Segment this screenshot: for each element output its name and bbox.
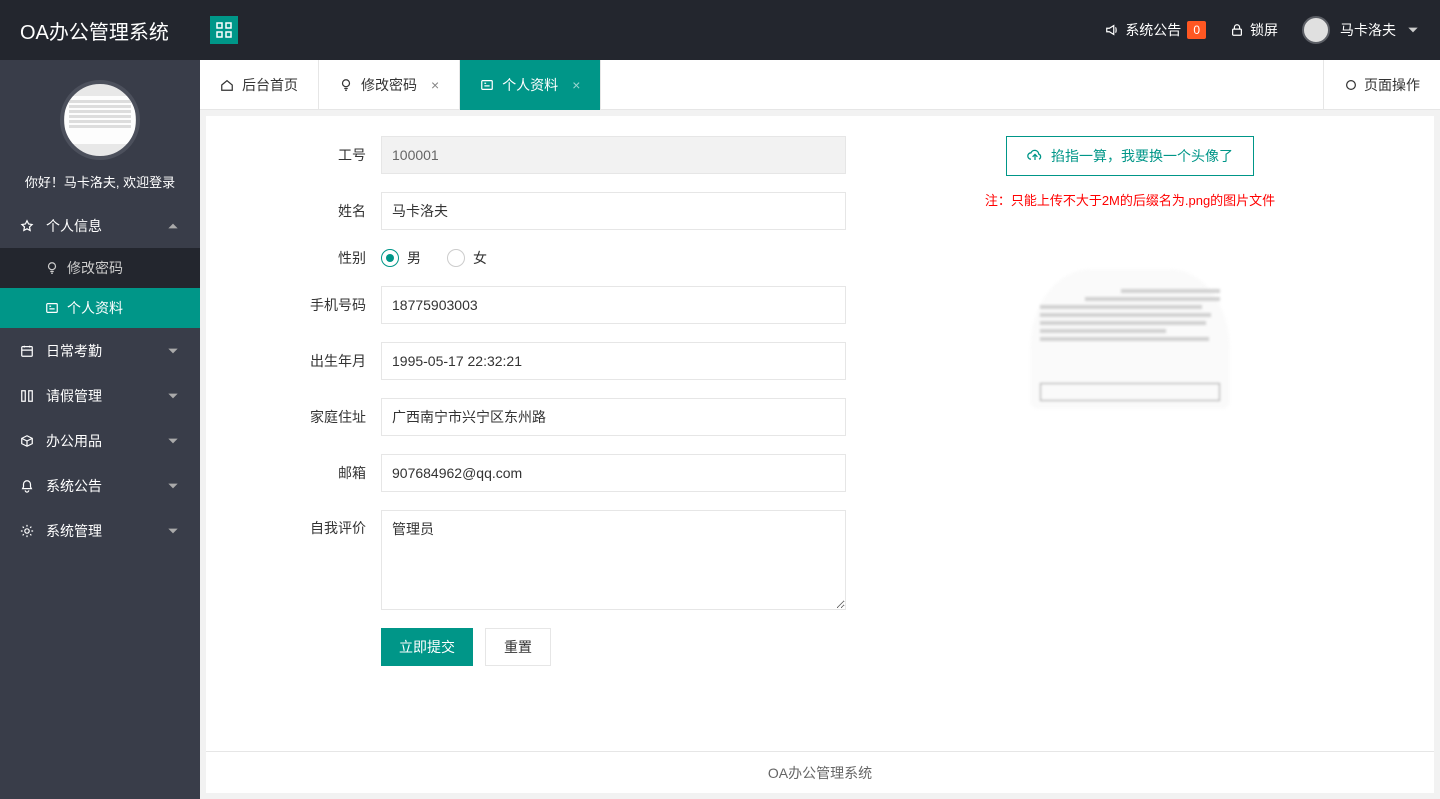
close-icon[interactable]: ×: [566, 77, 580, 93]
birth-field[interactable]: [381, 342, 846, 380]
submit-button[interactable]: 立即提交: [381, 628, 473, 666]
name-field[interactable]: [381, 192, 846, 230]
id-card-icon: [45, 301, 59, 315]
tab-bar: 后台首页 修改密码 × 个人资料 × 页面操作: [200, 60, 1440, 110]
sidebar-item-label: 个人资料: [67, 298, 123, 318]
sidebar-item-label: 办公用品: [46, 431, 102, 451]
label-addr: 家庭住址: [226, 407, 381, 427]
lock-button[interactable]: 锁屏: [1230, 20, 1278, 40]
close-icon[interactable]: ×: [425, 77, 439, 93]
header-bar: OA办公管理系统 系统公告 0 锁屏 马卡洛夫: [0, 0, 1440, 60]
cloud-upload-icon: [1027, 148, 1043, 164]
calendar-icon: [20, 344, 34, 358]
lock-icon: [1230, 23, 1244, 37]
phone-field[interactable]: [381, 286, 846, 324]
star-icon: [20, 219, 34, 233]
caret-down-icon: [1406, 23, 1420, 37]
sidebar: 你好！马卡洛夫, 欢迎登录 个人信息 修改密码 个人资料 日常考勤 请假管理: [0, 60, 200, 799]
label-phone: 手机号码: [226, 295, 381, 315]
radio-female[interactable]: 女: [447, 248, 487, 268]
label-gender: 性别: [226, 248, 381, 268]
avatar-icon: [1302, 16, 1330, 44]
grid-icon: [216, 22, 232, 38]
sidebar-user: 你好！马卡洛夫, 欢迎登录: [0, 60, 200, 203]
radio-dot-off: [447, 249, 465, 267]
label-email: 邮箱: [226, 463, 381, 483]
chevron-down-icon: [166, 344, 180, 358]
chevron-down-icon: [166, 479, 180, 493]
self-eval-field[interactable]: [381, 510, 846, 610]
email-field[interactable]: [381, 454, 846, 492]
label-name: 姓名: [226, 201, 381, 221]
sidebar-item-leave[interactable]: 请假管理: [0, 373, 200, 418]
footer: OA办公管理系统: [206, 751, 1434, 793]
announce-count-badge: 0: [1187, 21, 1206, 39]
lock-label: 锁屏: [1250, 20, 1278, 40]
sidebar-item-label: 修改密码: [67, 258, 123, 278]
tab-home[interactable]: 后台首页: [200, 60, 319, 110]
avatar-preview: [1030, 269, 1230, 429]
sidebar-item-attendance[interactable]: 日常考勤: [0, 328, 200, 373]
bulb-icon: [339, 78, 353, 92]
page-ops-button[interactable]: 页面操作: [1323, 60, 1440, 110]
sidebar-item-change-password[interactable]: 修改密码: [0, 248, 200, 288]
user-menu[interactable]: 马卡洛夫: [1302, 16, 1420, 44]
sidebar-item-supplies[interactable]: 办公用品: [0, 418, 200, 463]
label-emp-no: 工号: [226, 145, 381, 165]
sidebar-item-label: 请假管理: [46, 386, 102, 406]
home-icon: [220, 78, 234, 92]
announce-label: 系统公告: [1125, 20, 1181, 40]
sidebar-item-announce[interactable]: 系统公告: [0, 463, 200, 508]
sidebar-item-personal[interactable]: 个人信息: [0, 203, 200, 248]
sidebar-item-label: 系统管理: [46, 521, 102, 541]
tab-label: 后台首页: [242, 75, 298, 95]
chevron-down-icon: [166, 524, 180, 538]
toggle-sidebar-button[interactable]: [210, 16, 238, 44]
radio-label: 女: [473, 248, 487, 268]
label-self: 自我评价: [226, 510, 381, 538]
upload-note: 注：只能上传不大于2M的后缀名为.png的图片文件: [846, 190, 1414, 209]
columns-icon: [20, 389, 34, 403]
tab-label: 修改密码: [361, 75, 417, 95]
upload-avatar-button[interactable]: 掐指一算，我要换一个头像了: [1006, 136, 1254, 176]
horn-icon: [1105, 23, 1119, 37]
id-card-icon: [480, 78, 494, 92]
emp-no-field: [381, 136, 846, 174]
reset-button[interactable]: 重置: [485, 628, 551, 666]
tab-profile[interactable]: 个人资料 ×: [460, 60, 601, 110]
logo: OA办公管理系统: [0, 16, 200, 45]
addr-field[interactable]: [381, 398, 846, 436]
tab-label: 个人资料: [502, 75, 558, 95]
box-icon: [20, 434, 34, 448]
chevron-down-icon: [166, 434, 180, 448]
radio-dot-on: [381, 249, 399, 267]
radio-male[interactable]: 男: [381, 248, 421, 268]
main-body: 后台首页 修改密码 × 个人资料 × 页面操作 工号: [200, 60, 1440, 799]
bulb-icon: [45, 261, 59, 275]
announce-button[interactable]: 系统公告 0: [1105, 20, 1206, 40]
greeting-label: 你好！马卡洛夫, 欢迎登录: [0, 172, 200, 191]
sidebar-item-profile[interactable]: 个人资料: [0, 288, 200, 328]
bell-icon: [20, 479, 34, 493]
upload-button-label: 掐指一算，我要换一个头像了: [1051, 146, 1233, 166]
chevron-down-icon: [166, 389, 180, 403]
chevron-up-icon: [166, 219, 180, 233]
page-ops-label: 页面操作: [1364, 75, 1420, 95]
sidebar-item-label: 日常考勤: [46, 341, 102, 361]
circle-icon: [1344, 78, 1358, 92]
tab-password[interactable]: 修改密码 ×: [319, 60, 460, 110]
gear-icon: [20, 524, 34, 538]
username-label: 马卡洛夫: [1340, 20, 1396, 40]
sidebar-item-label: 个人信息: [46, 216, 102, 236]
label-birth: 出生年月: [226, 351, 381, 371]
sidebar-item-label: 系统公告: [46, 476, 102, 496]
avatar-large: [60, 80, 140, 160]
sidebar-item-system[interactable]: 系统管理: [0, 508, 200, 553]
radio-label: 男: [407, 248, 421, 268]
